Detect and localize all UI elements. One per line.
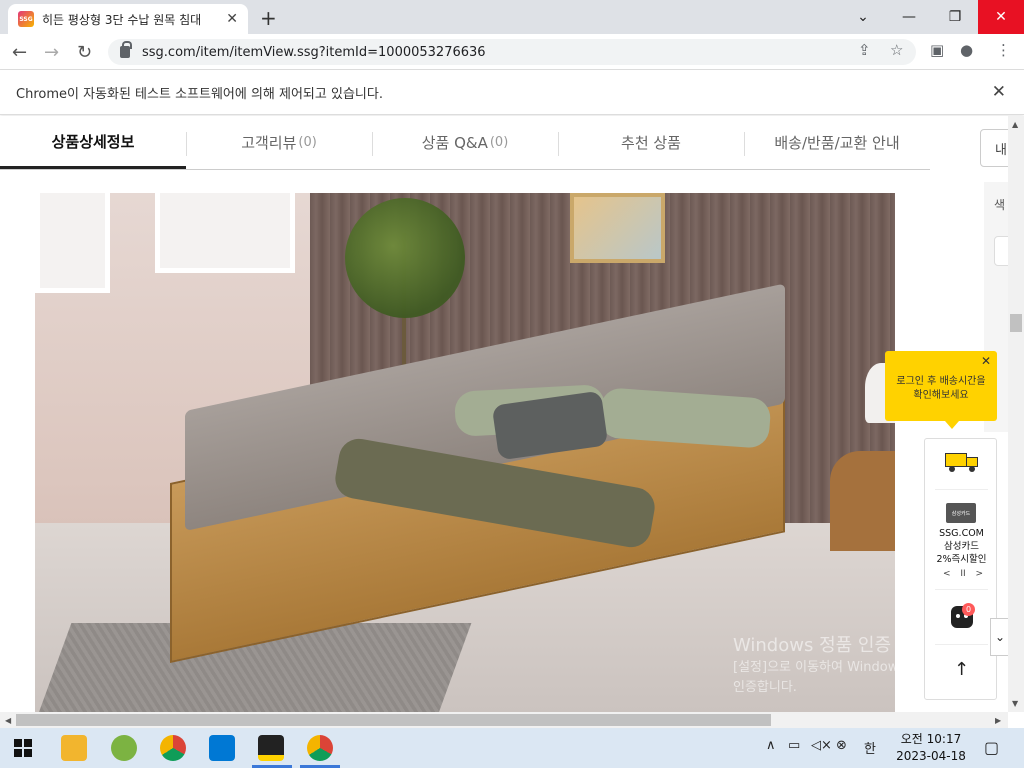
delivery-truck-icon[interactable] <box>945 451 979 473</box>
scroll-up-icon[interactable]: ▲ <box>1012 120 1018 129</box>
tab-search-icon[interactable]: ⌄ <box>840 0 886 34</box>
sticky-notes-icon[interactable] <box>258 735 284 761</box>
tooltip-text: 로그인 후 배송시간을 확인해보세요 <box>896 376 986 401</box>
volume-icon[interactable]: ◁× <box>811 738 832 753</box>
tab-label: 고객리뷰 <box>241 134 297 152</box>
restore-icon[interactable]: ❐ <box>932 0 978 34</box>
review-count: (0) <box>298 135 317 150</box>
windows-activation-line: [설정]으로 이동하여 Windows를 정품 <box>733 660 946 675</box>
back-icon[interactable]: ← <box>12 42 27 63</box>
divider <box>935 644 988 645</box>
network-icon[interactable]: ▭ <box>788 738 800 753</box>
tab-product-qna[interactable]: 상품 Q&A (0) <box>372 116 558 169</box>
browser-toolbar: ← → ↻ ssg.com/item/itemView.ssg?itemId=1… <box>0 34 1024 70</box>
tab-label: 상품 Q&A <box>421 134 488 152</box>
photo-side-table <box>830 451 895 551</box>
notification-muted-icon[interactable]: ⊗ <box>836 738 847 753</box>
profile-avatar-icon[interactable]: ● <box>960 41 973 59</box>
photo-window <box>155 193 295 273</box>
product-page: 상품상세정보 고객리뷰 (0) 상품 Q&A (0) 추천 상품 배송/반품/교… <box>0 116 1008 712</box>
delivery-login-tooltip: ✕ 로그인 후 배송시간을 확인해보세요 <box>885 351 997 429</box>
promo-nav: < II > <box>943 569 983 579</box>
action-center-icon[interactable]: ▢ <box>984 738 999 757</box>
tab-customer-reviews[interactable]: 고객리뷰 (0) <box>186 116 372 169</box>
product-detail-tabs: 상품상세정보 고객리뷰 (0) 상품 Q&A (0) 추천 상품 배송/반품/교… <box>0 116 930 170</box>
share-icon[interactable]: ⇪ <box>858 41 871 59</box>
horizontal-scroll-thumb[interactable] <box>16 714 771 726</box>
clock-time: 오전 10:17 <box>900 732 962 746</box>
window-close-icon[interactable]: ✕ <box>978 0 1024 34</box>
promo-prev-icon[interactable]: < <box>943 569 951 579</box>
samsung-card-icon[interactable]: 삼성카드 <box>946 503 976 523</box>
tab-label: 배송/반품/교환 안내 <box>774 134 900 152</box>
file-explorer-icon[interactable] <box>61 735 87 761</box>
divider <box>935 589 988 590</box>
tab-close-icon[interactable]: ✕ <box>226 11 238 27</box>
maps-app-icon[interactable] <box>111 735 137 761</box>
scroll-right-icon[interactable]: ▶ <box>995 716 1001 725</box>
card-promo[interactable]: SSG.COM 삼성카드 2%즉시할인 <box>925 527 998 566</box>
tab-label: 추천 상품 <box>621 134 681 152</box>
tab-recommended[interactable]: 추천 상품 <box>558 116 744 169</box>
windows-activation-line: 인증합니다. <box>733 680 797 695</box>
windows-taskbar: ∧ ▭ ◁× ⊗ 한 오전 10:17 2023-04-18 ▢ <box>0 728 1024 768</box>
ime-indicator[interactable]: 한 <box>864 738 876 757</box>
scroll-down-icon[interactable]: ▼ <box>1012 699 1018 708</box>
color-option-label: 색 <box>994 198 1006 212</box>
divider <box>935 489 988 490</box>
vertical-scrollbar[interactable] <box>1008 116 1024 712</box>
windows-start-icon[interactable] <box>14 739 32 757</box>
automation-infobar: Chrome이 자동화된 테스트 소프트웨어에 의해 제어되고 있습니다. ✕ <box>0 70 1024 115</box>
bookmark-star-icon[interactable]: ☆ <box>890 41 903 59</box>
chrome-taskbar-icon[interactable] <box>160 735 186 761</box>
address-bar[interactable]: ssg.com/item/itemView.ssg?itemId=1000053… <box>108 39 916 65</box>
reload-icon[interactable]: ↻ <box>77 42 92 63</box>
photo-wall-frame <box>570 193 665 263</box>
tray-overflow-icon[interactable]: ∧ <box>766 738 776 753</box>
promo-pause-icon[interactable]: II <box>960 569 965 579</box>
tab-title: 히든 평상형 3단 수납 원목 침대 <box>42 12 202 27</box>
tab-product-detail[interactable]: 상품상세정보 <box>0 116 186 169</box>
infobar-close-icon[interactable]: ✕ <box>992 82 1006 102</box>
scroll-left-icon[interactable]: ◀ <box>5 716 11 725</box>
windows-activation-title: Windows 정품 인증 <box>733 635 892 656</box>
vscode-icon[interactable] <box>209 735 235 761</box>
tab-shipping-returns[interactable]: 배송/반품/교환 안내 <box>744 116 930 169</box>
forward-icon[interactable]: → <box>44 42 59 63</box>
cart-count-badge: 0 <box>962 603 975 616</box>
chrome-menu-icon[interactable]: ⋮ <box>996 41 1011 59</box>
floating-side-widget: 삼성카드 SSG.COM 삼성카드 2%즉시할인 < II > 0 ↑ <box>924 438 997 700</box>
vertical-scroll-thumb[interactable] <box>1010 314 1022 332</box>
lock-icon[interactable] <box>120 41 132 58</box>
side-panel-icon[interactable]: ▣ <box>930 41 944 59</box>
browser-tab-strip: SSG 히든 평상형 3단 수납 원목 침대 ✕ + ⌄ — ❐ ✕ <box>0 0 1024 34</box>
chrome-active-icon[interactable] <box>307 735 333 761</box>
collapse-chevron-icon[interactable]: ⌄ <box>990 618 1010 656</box>
promo-line: 삼성카드 <box>944 541 979 552</box>
new-tab-icon[interactable]: + <box>260 6 277 30</box>
color-option-select[interactable] <box>994 236 1008 266</box>
promo-line: SSG.COM <box>939 528 984 539</box>
tooltip-close-icon[interactable]: ✕ <box>981 354 991 368</box>
ssg-favicon-icon: SSG <box>18 11 34 27</box>
right-option-box[interactable]: 내 <box>980 129 1008 167</box>
taskbar-clock[interactable]: 오전 10:17 2023-04-18 <box>896 731 966 765</box>
tab-label: 상품상세정보 <box>51 132 135 151</box>
minimize-icon[interactable]: — <box>886 0 932 34</box>
promo-line: 2%즉시할인 <box>936 554 987 565</box>
photo-window <box>35 193 110 293</box>
clock-date: 2023-04-18 <box>896 749 966 763</box>
scroll-top-icon[interactable]: ↑ <box>954 659 969 680</box>
qna-count: (0) <box>489 135 509 150</box>
photo-plant-leaves <box>345 198 465 318</box>
browser-tab[interactable]: SSG 히든 평상형 3단 수납 원목 침대 ✕ <box>8 4 248 34</box>
url-text: ssg.com/item/itemView.ssg?itemId=1000053… <box>142 44 486 60</box>
promo-next-icon[interactable]: > <box>975 569 983 579</box>
infobar-text: Chrome이 자동화된 테스트 소프트웨어에 의해 제어되고 있습니다. <box>16 86 383 102</box>
